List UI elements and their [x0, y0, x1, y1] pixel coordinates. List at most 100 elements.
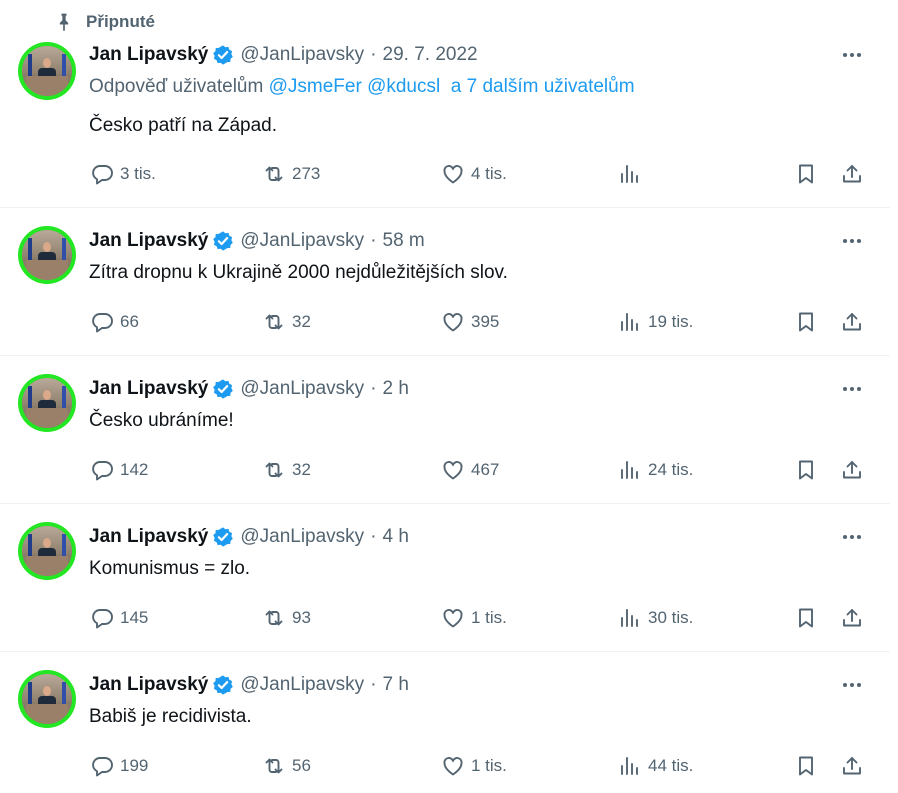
like-button[interactable]: 1 tis.	[441, 752, 507, 780]
author-handle[interactable]: @JanLipavsky	[240, 230, 364, 252]
views-icon	[618, 606, 642, 630]
more-button[interactable]	[838, 675, 866, 695]
author-name[interactable]: Jan Lipavský	[89, 378, 208, 400]
more-icon	[843, 683, 847, 687]
like-button[interactable]: 395	[441, 308, 499, 336]
bookmark-button[interactable]	[794, 160, 818, 188]
like-button[interactable]: 1 tis.	[441, 604, 507, 632]
retweet-button[interactable]: 56	[262, 752, 311, 780]
retweet-icon	[262, 162, 286, 186]
tweet-text: Komunismus = zlo.	[89, 558, 251, 579]
reply-button[interactable]: 145	[90, 604, 148, 632]
mention-link[interactable]: @kducsl	[367, 76, 440, 97]
share-button[interactable]	[840, 160, 864, 188]
verified-badge-icon	[212, 674, 234, 696]
reply-count: 145	[120, 608, 149, 627]
like-button[interactable]: 467	[441, 456, 499, 484]
mention-link[interactable]: @JsmeFer	[269, 76, 362, 97]
reply-context: Odpověď uživatelům @JsmeFer @kducsl a 7 …	[89, 76, 635, 98]
verified-badge-icon	[212, 230, 234, 252]
author-handle[interactable]: @JanLipavsky	[240, 378, 364, 400]
tweet-time[interactable]: 58 m	[383, 230, 425, 252]
views-count: 24 tis.	[648, 460, 694, 479]
retweet-icon	[262, 458, 286, 482]
reply-button[interactable]: 142	[90, 456, 148, 484]
retweet-button[interactable]: 32	[262, 308, 311, 336]
reply-icon	[90, 162, 114, 186]
retweet-button[interactable]: 32	[262, 456, 311, 484]
retweet-count: 273	[292, 164, 321, 183]
views-button[interactable]	[618, 160, 648, 188]
views-button[interactable]: 24 tis.	[618, 456, 693, 484]
share-button[interactable]	[840, 604, 864, 632]
share-button[interactable]	[840, 456, 864, 484]
share-icon	[840, 458, 864, 482]
more-icon	[843, 239, 847, 243]
author-handle[interactable]: @JanLipavsky	[240, 44, 364, 66]
share-icon	[840, 310, 864, 334]
bookmark-button[interactable]	[794, 456, 818, 484]
like-icon	[441, 754, 465, 778]
tweet[interactable]: Jan Lipavský @JanLipavsky · 58 m Zítra d…	[0, 208, 890, 355]
views-icon	[618, 162, 642, 186]
bookmark-button[interactable]	[794, 604, 818, 632]
tweet[interactable]: Jan Lipavský @JanLipavsky · 7 h Babiš je…	[0, 652, 890, 793]
share-button[interactable]	[840, 308, 864, 336]
tweet-time[interactable]: 4 h	[383, 526, 409, 548]
like-count: 395	[471, 312, 500, 331]
bookmark-icon	[794, 606, 818, 630]
retweet-button[interactable]: 93	[262, 604, 311, 632]
tweet[interactable]: Jan Lipavský @JanLipavsky · 4 h Komunism…	[0, 504, 890, 651]
reply-button[interactable]: 66	[90, 308, 139, 336]
bookmark-icon	[794, 458, 818, 482]
tweet-time[interactable]: 7 h	[383, 674, 409, 696]
tweet-time[interactable]: 29. 7. 2022	[383, 44, 478, 66]
retweet-icon	[262, 310, 286, 334]
author-name[interactable]: Jan Lipavský	[89, 230, 208, 252]
more-button[interactable]	[838, 527, 866, 547]
reply-button[interactable]: 199	[90, 752, 148, 780]
separator-dot: ·	[370, 674, 377, 695]
bookmark-button[interactable]	[794, 308, 818, 336]
avatar[interactable]	[18, 522, 76, 580]
verified-badge-icon	[212, 44, 234, 66]
views-button[interactable]: 30 tis.	[618, 604, 693, 632]
like-icon	[441, 310, 465, 334]
views-button[interactable]: 19 tis.	[618, 308, 693, 336]
more-button[interactable]	[838, 45, 866, 65]
more-button[interactable]	[838, 379, 866, 399]
retweet-button[interactable]: 273	[262, 160, 320, 188]
retweet-count: 93	[292, 608, 311, 627]
reply-button[interactable]: 3 tis.	[90, 160, 156, 188]
author-handle[interactable]: @JanLipavsky	[240, 674, 364, 696]
separator-dot: ·	[370, 378, 377, 399]
tweet[interactable]: Jan Lipavský @JanLipavsky · 2 h Česko ub…	[0, 356, 890, 503]
tweet[interactable]: Jan Lipavský @JanLipavsky · 29. 7. 2022 …	[0, 0, 890, 207]
tweet-time[interactable]: 2 h	[383, 378, 409, 400]
reply-count: 66	[120, 312, 139, 331]
views-icon	[618, 310, 642, 334]
reply-icon	[90, 310, 114, 334]
avatar[interactable]	[18, 374, 76, 432]
mention-more-link[interactable]: a 7 dalším uživatelům	[451, 76, 635, 97]
like-count: 467	[471, 460, 500, 479]
tweet-text: Česko ubráníme!	[89, 410, 234, 431]
bookmark-button[interactable]	[794, 752, 818, 780]
share-button[interactable]	[840, 752, 864, 780]
views-button[interactable]: 44 tis.	[618, 752, 693, 780]
like-button[interactable]: 4 tis.	[441, 160, 507, 188]
retweet-count: 32	[292, 312, 311, 331]
author-name[interactable]: Jan Lipavský	[89, 44, 208, 66]
avatar[interactable]	[18, 42, 76, 100]
author-name[interactable]: Jan Lipavský	[89, 526, 208, 548]
retweet-count: 32	[292, 460, 311, 479]
retweet-count: 56	[292, 756, 311, 775]
author-handle[interactable]: @JanLipavsky	[240, 526, 364, 548]
author-name[interactable]: Jan Lipavský	[89, 674, 208, 696]
separator-dot: ·	[370, 44, 377, 65]
avatar[interactable]	[18, 670, 76, 728]
more-button[interactable]	[838, 231, 866, 251]
views-icon	[618, 458, 642, 482]
avatar[interactable]	[18, 226, 76, 284]
verified-badge-icon	[212, 526, 234, 548]
